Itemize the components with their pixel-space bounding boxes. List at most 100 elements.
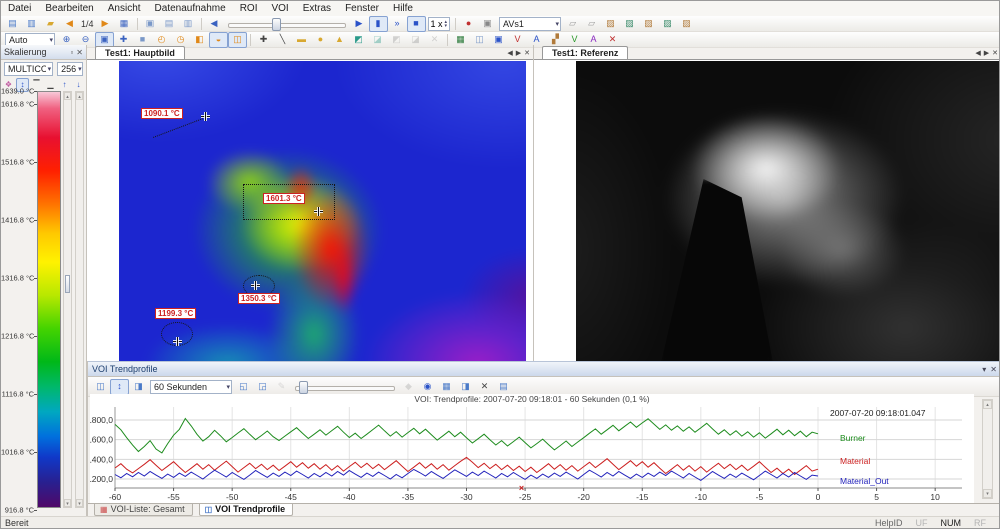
open-folder-icon[interactable]: ▰	[41, 16, 60, 32]
scroll-up-icon[interactable]: ▴	[983, 400, 992, 409]
thermal-image[interactable]: 1090.1 °C 1601.3 °C 1350.3 °C 1199.3 °C	[119, 61, 526, 361]
menu-item-datenaufnahme[interactable]: Datenaufnahme	[148, 1, 233, 16]
menu-item-voi[interactable]: VOI	[264, 1, 295, 16]
print-icon[interactable]: ▥	[179, 16, 198, 32]
levels-select[interactable]: 256▾	[57, 62, 83, 76]
scale-min-button[interactable]: ▁	[44, 78, 57, 92]
scaling-close-button[interactable]: ✕	[76, 48, 83, 57]
legend-entry-burner[interactable]: Burner	[840, 433, 866, 443]
menu-item-datei[interactable]: Datei	[1, 1, 38, 16]
trend-export-icon[interactable]: ◫	[91, 379, 110, 395]
close-icon[interactable]: ✕	[524, 49, 530, 57]
scroll-left-icon[interactable]: ◀	[507, 49, 512, 57]
tool-g-icon[interactable]: ▨	[677, 16, 696, 32]
scale-range-scrollbar-upper[interactable]: ▴ ▾	[63, 91, 72, 508]
menu-item-bearbeiten[interactable]: Bearbeiten	[38, 1, 100, 16]
menu-item-hilfe[interactable]: Hilfe	[386, 1, 420, 16]
scale-up-button[interactable]: ↑	[58, 78, 71, 92]
audio-icon[interactable]: ◀	[205, 16, 224, 32]
close-icon[interactable]: ✕	[992, 49, 998, 57]
snapshot-icon[interactable]: ▣	[478, 16, 497, 32]
scale-down-arrow-icon[interactable]: ▾	[64, 499, 71, 507]
temperature-label[interactable]: 1090.1 °C	[141, 108, 183, 119]
export-icon[interactable]: ▤	[160, 16, 179, 32]
scale-scroll-thumb[interactable]	[65, 275, 70, 293]
scale-up-arrow-icon[interactable]: ▴	[76, 92, 83, 100]
scroll-left-icon[interactable]: ◀	[975, 49, 980, 57]
trend-tab-voi-liste-gesamt[interactable]: ▦VOI-Liste: Gesamt	[94, 504, 193, 516]
measurement-crosshair-icon[interactable]	[173, 337, 182, 346]
new-document-icon[interactable]: ▤	[3, 16, 22, 32]
trend-report-icon[interactable]: ◨	[456, 379, 475, 395]
prev-frame-icon[interactable]: ◀	[60, 16, 79, 32]
scaling-pin-button[interactable]: ▫	[70, 48, 73, 57]
position-slider-track[interactable]	[228, 23, 346, 28]
palette-select[interactable]: MULTICOLOR▾	[4, 62, 53, 76]
trend-table-icon[interactable]: ▦	[437, 379, 456, 395]
temperature-label[interactable]: 1350.3 °C	[238, 293, 280, 304]
trend-scrollbar[interactable]: ▴ ▾	[982, 399, 993, 499]
spinner-arrows-icon[interactable]: ▴▾	[445, 20, 448, 28]
record-icon[interactable]: ●	[459, 16, 478, 32]
trend-visibility-icon[interactable]: ◉	[418, 379, 437, 395]
color-scale-gradient[interactable]	[37, 91, 61, 508]
tool-f-icon[interactable]: ▨	[658, 16, 677, 32]
trend-autoscale-icon[interactable]: ↕	[110, 379, 129, 395]
position-slider[interactable]	[228, 17, 346, 31]
trend-cursor-marker[interactable]: ×	[519, 483, 524, 493]
trend-zoom-in-icon[interactable]: ◱	[234, 379, 253, 395]
temperature-label[interactable]: 1199.3 °C	[155, 308, 196, 319]
tool-a-icon[interactable]: ▱	[563, 16, 582, 32]
tool-e-icon[interactable]: ▨	[639, 16, 658, 32]
menu-item-roi[interactable]: ROI	[233, 1, 265, 16]
trend-delete-icon[interactable]: ✕	[475, 379, 494, 395]
avi-select[interactable]: AVs1▾	[499, 17, 561, 31]
trend-settings-icon[interactable]: ◨	[129, 379, 148, 395]
scroll-right-icon[interactable]: ▶	[516, 49, 521, 57]
speed[interactable]: 1 x▴▾	[428, 17, 451, 31]
tool-b-icon[interactable]: ▱	[582, 16, 601, 32]
legend-entry-material_out[interactable]: Material_Out	[840, 476, 889, 486]
trend-position-slider-thumb[interactable]	[299, 381, 308, 394]
legend-entry-material[interactable]: Material	[840, 456, 870, 466]
scale-range-scrollbar-lower[interactable]: ▴ ▾	[75, 91, 84, 508]
new-report-icon[interactable]: ▥	[22, 16, 41, 32]
trend-plot[interactable]: -60-55-50-45-40-35-30-25-20-15-10-505101…	[90, 405, 974, 504]
reference-image[interactable]	[576, 61, 1000, 361]
copy-icon[interactable]: ▣	[141, 16, 160, 32]
tab-referenz[interactable]: Test1: Referenz	[542, 46, 628, 59]
measurement-crosshair-icon[interactable]	[314, 207, 323, 216]
trend-tab-voi-trendprofile[interactable]: ◫VOI Trendprofile	[199, 504, 294, 516]
temperature-label[interactable]: 1601.3 °C	[263, 193, 305, 204]
tool-c-icon[interactable]: ▨	[601, 16, 620, 32]
trend-print-icon[interactable]: ▤	[494, 379, 513, 395]
measurement-crosshair-icon[interactable]	[201, 112, 210, 121]
menu-item-fenster[interactable]: Fenster	[338, 1, 386, 16]
play-icon[interactable]: ▶	[350, 16, 369, 32]
measurement-crosshair-icon[interactable]	[251, 281, 260, 290]
trend-menu-button[interactable]: ▾	[982, 365, 986, 374]
fast-forward-icon[interactable]: »	[388, 16, 407, 32]
next-frame-icon[interactable]: ▶	[96, 16, 115, 32]
menu-item-extras[interactable]: Extras	[296, 1, 338, 16]
trend-position-slider-track[interactable]	[295, 386, 395, 391]
trend-marker-icon[interactable]: ◆	[399, 379, 418, 395]
stop-icon[interactable]: ■	[407, 16, 426, 32]
tool-d-icon[interactable]: ▨	[620, 16, 639, 32]
scroll-right-icon[interactable]: ▶	[984, 49, 989, 57]
trend-pencil-icon[interactable]: ✎	[272, 379, 291, 395]
trend-zoom-out-icon[interactable]: ◲	[253, 379, 272, 395]
scroll-down-icon[interactable]: ▾	[983, 489, 992, 498]
levels-select-value: 256	[61, 64, 76, 74]
save-icon[interactable]: ▦	[115, 16, 134, 32]
trend-position-slider[interactable]	[295, 380, 395, 394]
position-slider-thumb[interactable]	[272, 18, 281, 31]
scale-down-arrow-icon[interactable]: ▾	[76, 499, 83, 507]
trend-close-button[interactable]: ✕	[990, 365, 997, 374]
pause-icon[interactable]: ▮	[369, 16, 388, 32]
tab-hauptbild[interactable]: Test1: Hauptbild	[95, 46, 185, 59]
scale-up-arrow-icon[interactable]: ▴	[64, 92, 71, 100]
trend-interval[interactable]: 60 Sekunden▾	[150, 380, 232, 394]
scale-down-button[interactable]: ↓	[72, 78, 85, 92]
menu-item-ansicht[interactable]: Ansicht	[101, 1, 148, 16]
